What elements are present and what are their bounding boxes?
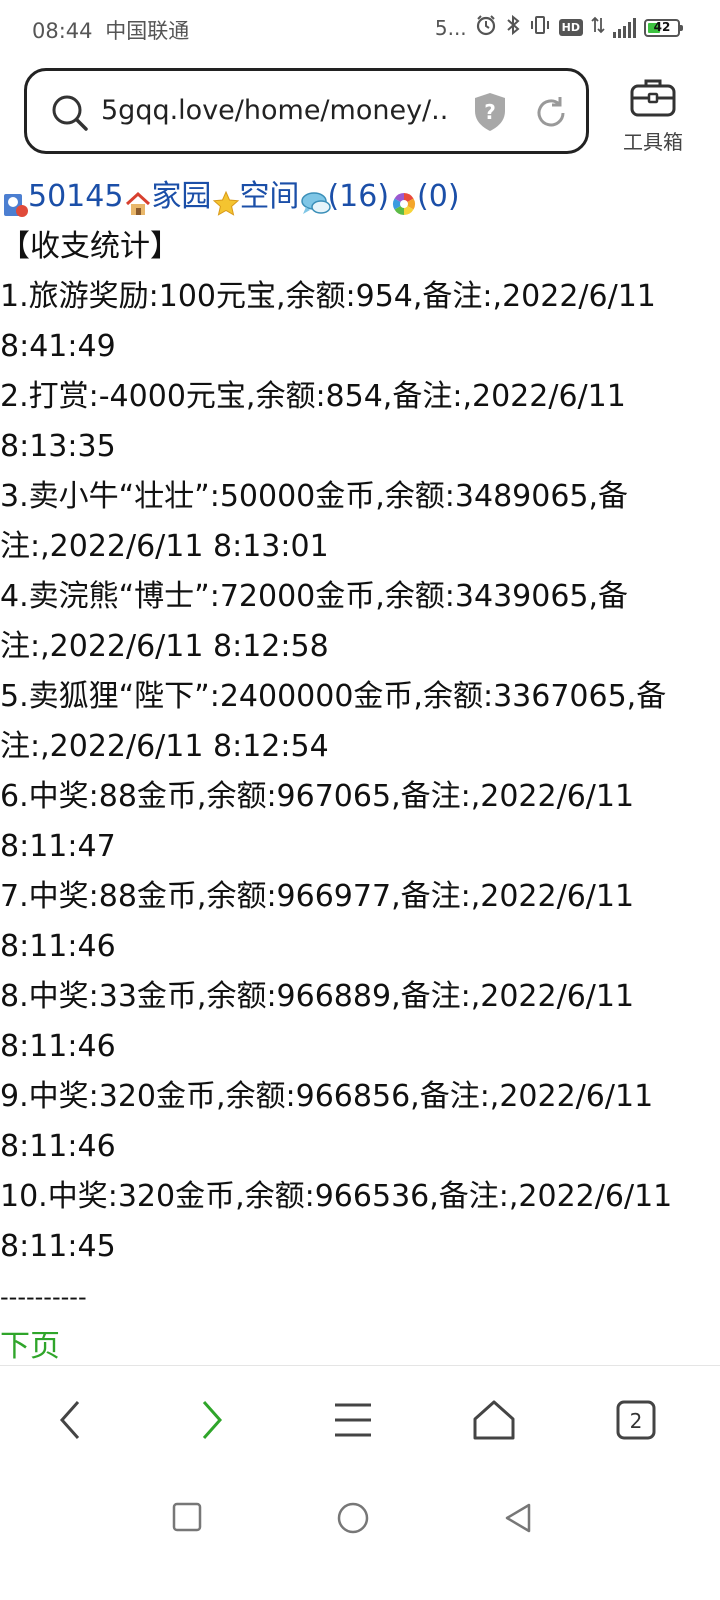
back-button[interactable] [48,1398,92,1442]
user-id-link[interactable]: 50145 [28,172,123,222]
separator: ---------- [0,1283,87,1311]
search-icon [51,94,89,136]
record-line: 8:13:35 [0,429,116,464]
record-line: 8:11:46 [0,1129,116,1164]
carrier-name: 中国联通 [105,19,190,43]
record-line: 注:,2022/6/11 8:12:58 [0,629,329,664]
toolbox-label: 工具箱 [623,130,683,154]
record-item: 3.卖小牛“壮壮”:50000金币,余额:3489065,备 注:,2022/6/… [0,472,720,572]
network-text: 5... [434,15,467,40]
system-nav-bar [0,1490,720,1560]
record-line: 5.卖狐狸“陛下”:2400000金币,余额:3367065,备 [0,679,667,714]
star-icon [212,184,240,216]
bluetooth-icon [505,14,521,41]
nav-links: 50145 家园 空间 (16) (0) [0,172,720,222]
tab-count: 2 [630,1409,643,1433]
messages-link[interactable]: (16) [327,172,389,222]
record-line: 8:11:47 [0,829,116,864]
record-item: 6.中奖:88金币,余额:967065,备注:,2022/6/11 8:11:47 [0,772,720,872]
system-home-button[interactable] [337,1502,369,1538]
toolbox-button[interactable]: 工具箱 [618,76,688,155]
record-line: 8:41:49 [0,329,116,364]
record-item: 8.中奖:33金币,余额:966889,备注:,2022/6/11 8:11:46 [0,972,720,1072]
shield-question-mark: ? [484,100,496,124]
record-line: 3.卖小牛“壮壮”:50000金币,余额:3489065,备 [0,479,629,514]
alarm-icon [475,14,497,41]
record-line: 8:11:46 [0,1029,116,1064]
record-line: 6.中奖:88金币,余额:967065,备注:,2022/6/11 [0,779,635,814]
record-line: 注:,2022/6/11 8:12:54 [0,729,329,764]
triangle-back-icon [505,1503,531,1533]
record-item: 9.中奖:320金币,余额:966856,备注:,2022/6/11 8:11:4… [0,1072,720,1172]
record-line: 8:11:46 [0,929,116,964]
record-line: 2.打赏:-4000元宝,余额:854,备注:,2022/6/11 [0,379,626,414]
chat-bubble-icon [300,184,332,214]
records-list: 1.旅游奖励:100元宝,余额:954,备注:,2022/6/11 8:41:49… [0,272,720,1272]
page-title: 【收支统计】 [0,229,180,264]
square-icon [172,1502,202,1532]
space-link[interactable]: 空间 [239,172,299,222]
record-line: 注:,2022/6/11 8:13:01 [0,529,329,564]
refresh-icon[interactable] [533,95,569,135]
recents-button[interactable] [172,1502,202,1536]
camera-aperture-icon [390,184,416,215]
signal-icon [613,17,636,38]
menu-icon [335,1403,371,1437]
gallery-link[interactable]: (0) [417,172,460,222]
forward-button[interactable] [190,1398,234,1442]
tabs-button[interactable]: 2 [614,1398,658,1442]
record-item: 4.卖浣熊“博士”:72000金币,余额:3439065,备 注:,2022/6/… [0,572,720,672]
clock: 08:44 [32,19,93,43]
shield-icon[interactable]: ? [473,92,507,136]
home-link[interactable]: 家园 [151,172,211,222]
page-content: 50145 家园 空间 (16) (0) 【收支统计】 1.旅游奖励:100元宝… [0,172,720,1372]
status-right: 5... HD 42 [434,14,683,41]
address-bar[interactable]: 5gqq.love/home/money/... ? [24,68,589,154]
browser-toolbar: 2 [0,1380,720,1460]
record-item: 2.打赏:-4000元宝,余额:854,备注:,2022/6/11 8:13:35 [0,372,720,472]
record-line: 1.旅游奖励:100元宝,余额:954,备注:,2022/6/11 [0,279,656,314]
circle-icon [337,1502,369,1534]
status-bar: 08:44 中国联通 5... HD 42 [0,0,720,56]
record-line: 10.中奖:320金币,余额:966536,备注:,2022/6/11 [0,1179,673,1214]
toolbar-divider [0,1365,720,1366]
chevron-left-icon [59,1401,80,1439]
data-arrows-icon [591,14,605,41]
record-item: 5.卖狐狸“陛下”:2400000金币,余额:3367065,备 注:,2022/… [0,672,720,772]
hd-badge: HD [558,19,583,36]
record-item: 7.中奖:88金币,余额:966977,备注:,2022/6/11 8:11:46 [0,872,720,972]
url-text[interactable]: 5gqq.love/home/money/... [101,95,446,126]
vibrate-icon [529,14,551,41]
record-line: 8.中奖:33金币,余额:966889,备注:,2022/6/11 [0,979,635,1014]
toolbox-icon [629,79,677,122]
battery-level: 42 [653,19,671,34]
home-button[interactable] [472,1398,516,1442]
record-line: 8:11:45 [0,1229,116,1264]
record-item: 10.中奖:320金币,余额:966536,备注:,2022/6/11 8:11:… [0,1172,720,1272]
menu-button[interactable] [331,1398,375,1442]
record-line: 9.中奖:320金币,余额:966856,备注:,2022/6/11 [0,1079,654,1114]
status-left: 08:44 中国联通 [32,15,189,45]
record-item: 1.旅游奖励:100元宝,余额:954,备注:,2022/6/11 8:41:49 [0,272,720,372]
battery-icon: 42 [644,18,683,37]
house-icon [473,1400,515,1440]
record-line: 7.中奖:88金币,余额:966977,备注:,2022/6/11 [0,879,635,914]
home-icon [124,184,151,215]
record-line: 4.卖浣熊“博士”:72000金币,余额:3439065,备 [0,579,629,614]
tabs-icon: 2 [616,1400,656,1440]
user-icon [1,184,28,217]
chevron-right-icon [202,1401,223,1439]
system-back-button[interactable] [503,1502,533,1538]
